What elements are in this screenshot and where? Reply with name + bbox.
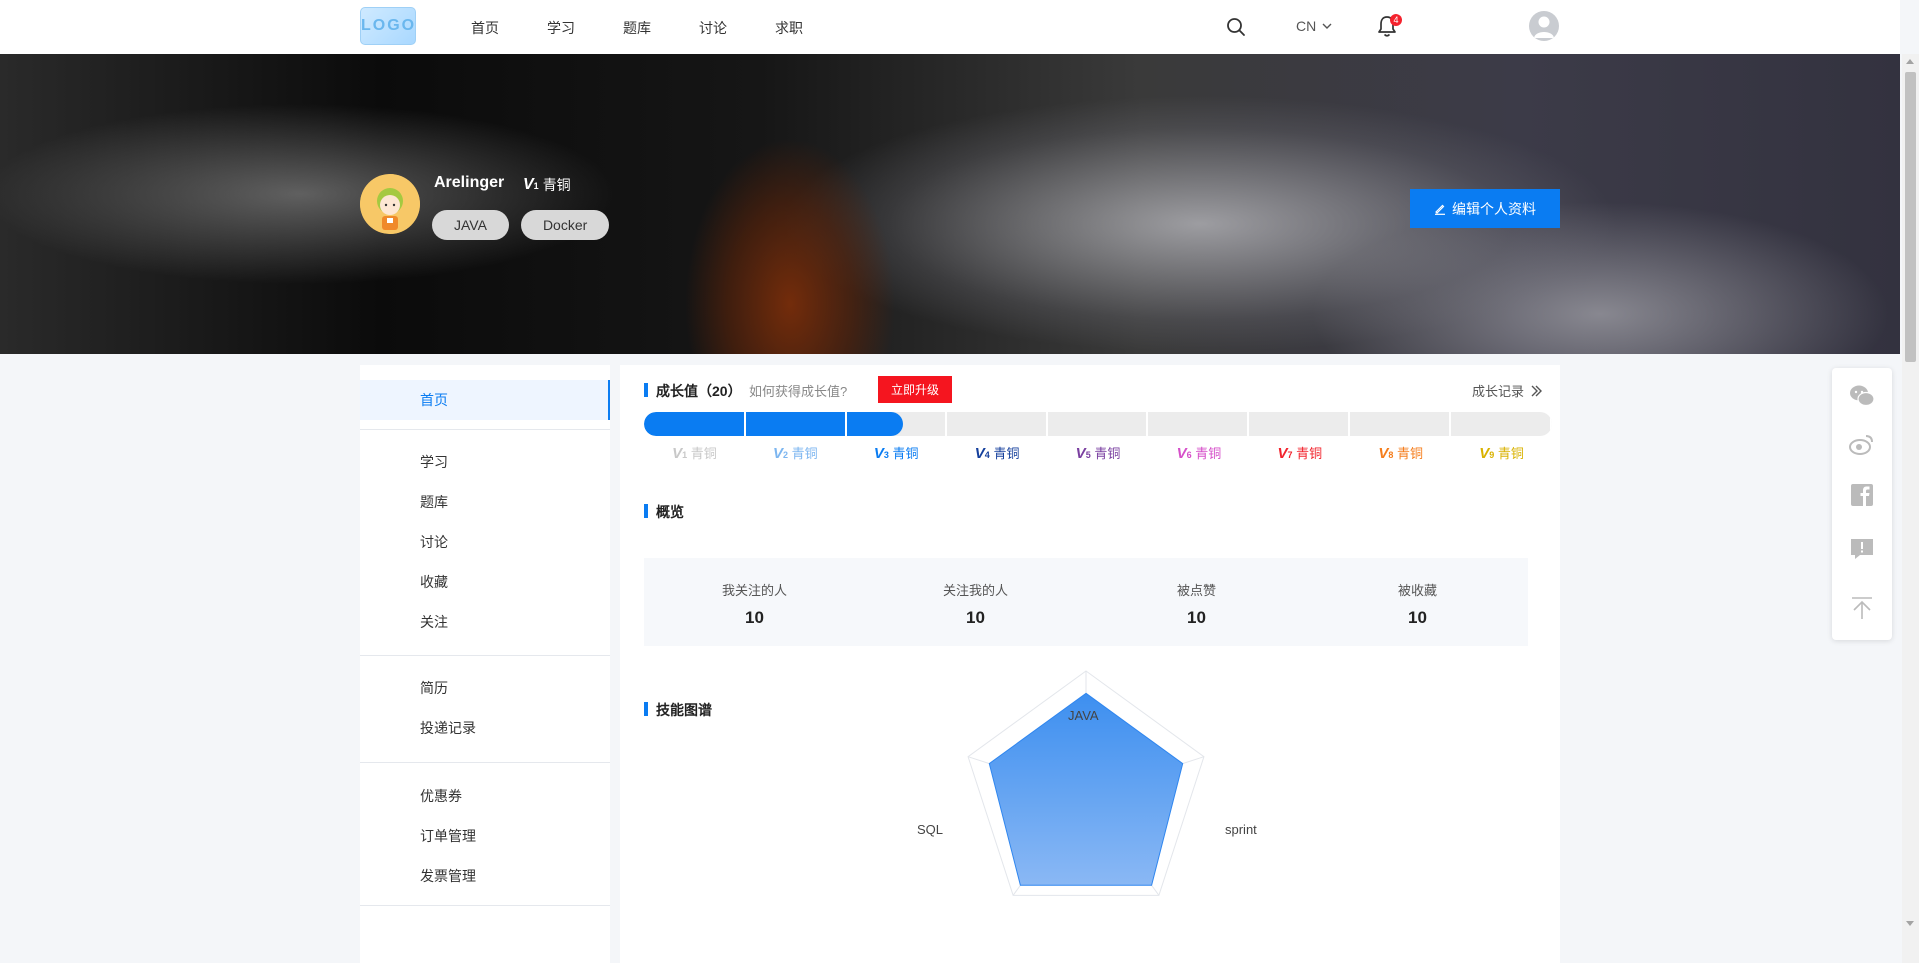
sidebar-item-invoices[interactable]: 发票管理 <box>360 856 610 896</box>
sidebar-item-learn[interactable]: 学习 <box>360 442 610 482</box>
page-scrollbar[interactable] <box>1902 54 1919 963</box>
sidebar-item-orders[interactable]: 订单管理 <box>360 816 610 856</box>
profile-level: V1 青铜 <box>523 175 571 195</box>
facebook-icon[interactable] <box>1848 481 1876 509</box>
avatar-illustration-icon <box>360 174 420 234</box>
profile-banner <box>0 54 1900 354</box>
user-icon <box>1534 16 1554 38</box>
nav-discuss[interactable]: 讨论 <box>699 18 775 38</box>
skill-tag[interactable]: Docker <box>520 210 610 240</box>
sidebar-item-following[interactable]: 关注 <box>360 602 610 642</box>
site-logo[interactable]: LOGO <box>360 7 416 45</box>
radar-axis-label: sprint <box>1225 822 1257 837</box>
skill-tag[interactable]: JAVA <box>432 210 509 240</box>
sidebar-divider <box>360 655 610 656</box>
search-icon[interactable] <box>1225 16 1247 38</box>
profile-tags: JAVA Docker <box>432 210 610 240</box>
main-nav: 首页 学习 题库 讨论 求职 <box>471 18 851 38</box>
nav-questions[interactable]: 题库 <box>623 18 699 38</box>
edit-profile-label: 编辑个人资料 <box>1452 200 1536 217</box>
radar-axis-label: JAVA <box>1068 708 1099 723</box>
feedback-icon[interactable] <box>1848 535 1876 563</box>
sidebar-divider <box>360 762 610 763</box>
sidebar-item-discuss[interactable]: 讨论 <box>360 522 610 562</box>
level-mark-icon: V1 <box>523 176 539 193</box>
level-name: 青铜 <box>542 177 571 193</box>
profile-sidebar: 首页 学习 题库 讨论 收藏 关注 简历 投递记录 优惠券 订单管理 发票管理 <box>360 365 610 963</box>
scroll-down-icon[interactable] <box>1906 921 1914 926</box>
nav-jobs[interactable]: 求职 <box>775 18 851 38</box>
top-navbar: LOGO 首页 学习 题库 讨论 求职 CN 4 <box>0 0 1900 55</box>
profile-main-panel: 成长值（20） 如何获得成长值? 立即升级 成长记录 V1 青铜 V2 青铜 V3 … <box>620 365 1560 963</box>
notification-badge: 4 <box>1390 14 1402 26</box>
sidebar-divider <box>360 905 610 906</box>
sidebar-item-favorites[interactable]: 收藏 <box>360 562 610 602</box>
skill-radar-chart <box>967 670 1205 896</box>
nav-learn[interactable]: 学习 <box>547 18 623 38</box>
sidebar-item-resume[interactable]: 简历 <box>360 668 610 708</box>
radar-axis-label: SQL <box>917 822 944 837</box>
scroll-up-icon[interactable] <box>1906 59 1914 64</box>
back-to-top-icon[interactable] <box>1848 594 1876 622</box>
edit-profile-button[interactable]: 编辑个人资料 <box>1410 189 1560 228</box>
sidebar-item-applications[interactable]: 投递记录 <box>360 708 610 748</box>
chevron-down-icon <box>1322 23 1332 29</box>
sidebar-divider <box>360 429 610 430</box>
language-switch[interactable]: CN <box>1296 18 1332 34</box>
profile-username: Arelinger <box>434 174 505 191</box>
share-toolbar <box>1832 368 1892 640</box>
sidebar-item-coupons[interactable]: 优惠券 <box>360 776 610 816</box>
wechat-icon[interactable] <box>1848 382 1876 410</box>
sidebar-item-questions[interactable]: 题库 <box>360 482 610 522</box>
nav-home[interactable]: 首页 <box>471 18 547 38</box>
weibo-icon[interactable] <box>1848 430 1876 458</box>
user-avatar[interactable] <box>1529 11 1559 41</box>
language-label: CN <box>1296 18 1317 34</box>
profile-avatar[interactable] <box>360 174 420 234</box>
scroll-thumb[interactable] <box>1905 72 1916 362</box>
sidebar-item-home[interactable]: 首页 <box>360 380 610 420</box>
edit-icon <box>1435 204 1445 215</box>
